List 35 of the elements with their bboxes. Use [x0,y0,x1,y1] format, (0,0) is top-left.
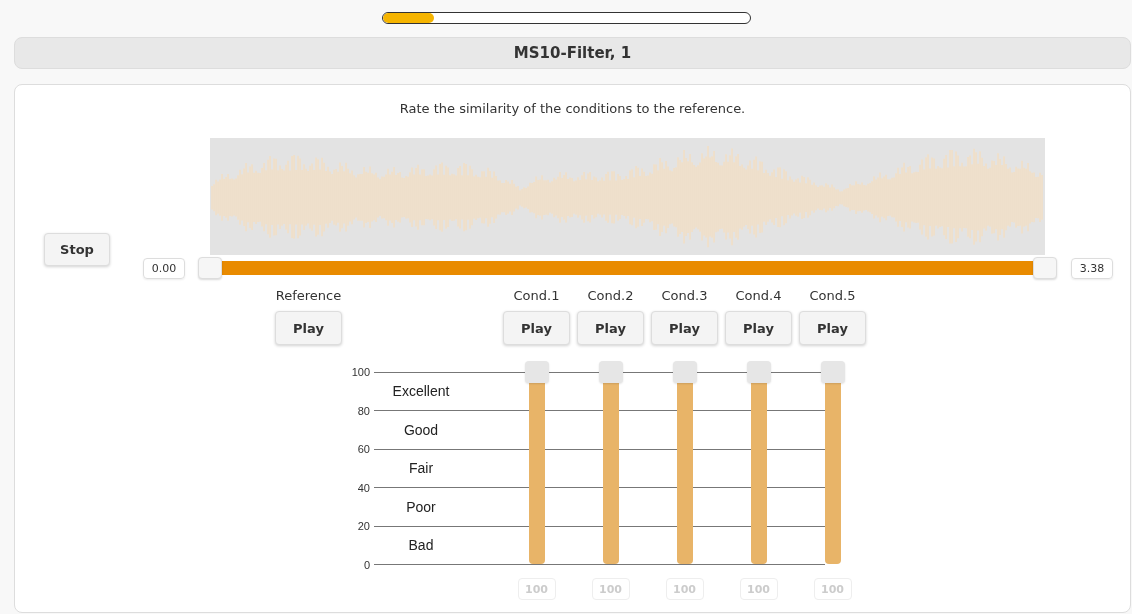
instruction-text: Rate the similarity of the conditions to the reference. [398,101,747,117]
end-time-field[interactable]: 3.38 [1071,257,1113,279]
condition-label: Cond.1 [513,288,560,304]
rating-category-label: Excellent [391,383,451,400]
rating-category-label: Bad [407,537,435,554]
reference-label: Reference [275,288,342,304]
page-title: MS10-Filter, 1 [513,44,632,62]
slider-handle[interactable] [820,361,845,383]
slider-handle[interactable] [672,361,697,383]
range-end-handle[interactable] [1033,257,1057,279]
axis-tick-label: 60 [356,443,370,455]
axis-tick-label: 100 [350,366,370,378]
condition-label: Cond.5 [809,288,856,304]
axis-tick-label: 20 [356,520,370,532]
axis-tick-label: 0 [362,558,370,571]
play-button[interactable]: Play [725,311,792,345]
rating-category-label: Poor [405,498,437,515]
rating-category-label: Good [402,421,440,438]
play-button[interactable]: Play [503,311,570,345]
axis-tick-label: 80 [356,404,370,417]
slider-handle[interactable] [746,361,771,383]
rating-category-label: Fair [407,460,435,477]
condition-label: Cond.2 [587,288,634,304]
condition-label: Cond.4 [735,288,782,304]
play-button[interactable]: Play [577,311,644,345]
play-button[interactable]: Play [651,311,718,345]
slider-handle[interactable] [598,361,623,383]
condition-label: Cond.3 [661,288,708,304]
range-start-handle[interactable] [198,257,222,279]
stop-button[interactable]: Stop [44,233,110,266]
slider-handle[interactable] [524,361,549,383]
play-button[interactable]: Play [799,311,866,345]
start-time-field[interactable]: 0.00 [143,257,185,279]
axis-tick-label: 40 [356,481,370,494]
play-button[interactable]: Play [275,311,342,345]
